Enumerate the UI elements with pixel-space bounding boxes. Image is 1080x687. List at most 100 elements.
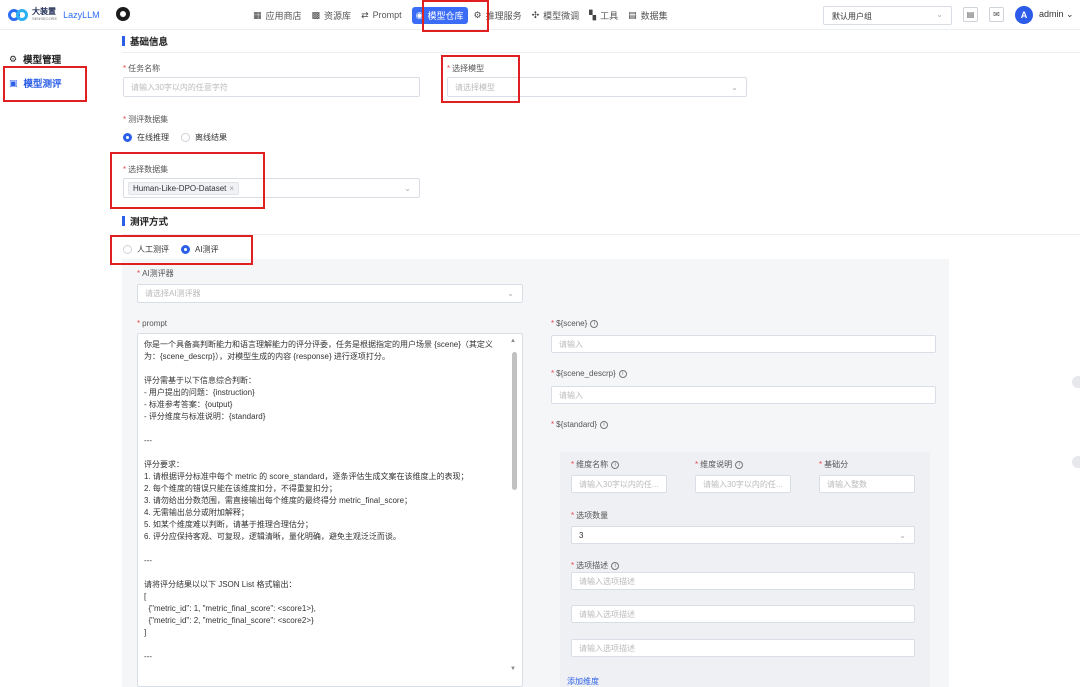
label-text: prompt: [142, 319, 168, 328]
info-icon[interactable]: i: [735, 460, 744, 469]
option-desc-input-2[interactable]: 请输入选项描述: [571, 605, 915, 623]
nav-item-0[interactable]: ▦ 应用商店: [253, 9, 302, 22]
dim-name-input[interactable]: 请输入30字以内的任...: [571, 475, 667, 493]
gear-icon: ⚙: [9, 53, 18, 64]
prompt-scrollbar[interactable]: ▲ ▼: [510, 338, 518, 687]
avatar[interactable]: A: [1015, 6, 1033, 24]
nav-item-label: 工具: [600, 10, 619, 21]
nav-item-label: 模型仓库: [427, 10, 464, 21]
inference-icon: ⚙: [473, 9, 482, 20]
placeholder: 请输入30字以内的任...: [703, 479, 783, 489]
nav-item-5[interactable]: ✣ 模型微调: [532, 9, 580, 22]
radio-ai-eval[interactable]: AI测评: [181, 244, 219, 255]
label-text: ${scene}: [556, 319, 588, 328]
label-text: ${standard}: [556, 420, 598, 429]
scene-descrp-input[interactable]: 请输入: [551, 386, 936, 404]
document-icon[interactable]: ▤: [963, 7, 978, 22]
nav-item-label: 推理服务: [485, 10, 522, 21]
message-icon[interactable]: ✉: [989, 7, 1004, 22]
nav-item-7[interactable]: ▤ 数据集: [628, 9, 668, 22]
store-icon: ▦: [253, 9, 262, 20]
placeholder: 请输入30字以内的任意字符: [131, 82, 228, 92]
info-icon[interactable]: i: [611, 460, 620, 469]
grid-icon: ▩: [311, 9, 321, 20]
nav-item-4[interactable]: ⚙ 推理服务: [474, 9, 522, 22]
scroll-up-icon[interactable]: ▲: [510, 338, 516, 344]
brand-logo[interactable]: 大装置 SENSECORE LazyLLM: [8, 8, 100, 21]
brand-name-cn: 大装置: [32, 7, 56, 16]
option-count-select[interactable]: 3 ⌄: [571, 526, 915, 544]
brand-name-en: LazyLLM: [63, 9, 100, 20]
brand-name-sub: SENSECORE: [32, 16, 58, 21]
top-bar: 大装置 SENSECORE LazyLLM ▦ 应用商店 ▩ 资源库 ⇄ Prompt ◉ 模…: [0, 0, 1080, 30]
dim-name-label: * 维度名称 i: [571, 459, 620, 470]
scroll-thumb[interactable]: [512, 352, 517, 490]
github-icon[interactable]: [116, 7, 130, 21]
radio-label: 离线结果: [195, 133, 227, 142]
eval-data-label: * 测评数据集: [123, 115, 169, 124]
nav-item-3[interactable]: ◉ 模型仓库: [411, 6, 468, 24]
info-icon[interactable]: i: [611, 561, 620, 570]
document-icon: ▣: [9, 77, 18, 88]
section-marker: [122, 216, 125, 226]
label-text: 选项描述: [576, 561, 609, 570]
nav-item-label: 模型微调: [543, 10, 580, 21]
task-name-input[interactable]: 请输入30字以内的任意字符: [123, 77, 420, 97]
placeholder: 请输入整数: [827, 479, 867, 489]
base-score-input[interactable]: 请输入整数: [819, 475, 915, 493]
option-desc-input-3[interactable]: 请输入选项描述: [571, 639, 915, 657]
standard-label: * ${standard} i: [551, 420, 609, 429]
nav-item-6[interactable]: ▚ 工具: [589, 9, 618, 22]
placeholder: 请输入: [559, 339, 583, 349]
model-select[interactable]: 请选择模型 ⌄: [447, 77, 747, 97]
method-radio-group: 人工测评 AI测评: [123, 244, 219, 255]
ai-evaluator-select[interactable]: 请选择AI测评器 ⌄: [137, 284, 523, 303]
dataset-tag: Human-Like-DPO-Dataset ×: [128, 181, 240, 195]
sidebar-item-label: 模型管理: [23, 55, 62, 66]
label-text: 测评数据集: [128, 115, 169, 124]
user-menu[interactable]: admin ⌄: [1039, 9, 1074, 20]
close-icon[interactable]: ×: [229, 184, 234, 193]
chevron-down-icon: ⌄: [507, 289, 514, 298]
collapse-handle-icon[interactable]: [1072, 456, 1080, 468]
logo-mark-icon: [8, 8, 28, 21]
dataset-select[interactable]: Human-Like-DPO-Dataset × ⌄: [123, 178, 420, 198]
prompt-label: * prompt: [137, 319, 168, 328]
finetune-icon: ✣: [531, 9, 540, 20]
user-name: admin: [1039, 9, 1064, 19]
info-icon[interactable]: i: [590, 319, 599, 328]
section-marker: [122, 36, 125, 46]
sidebar-item-label: 模型测评: [23, 79, 62, 90]
option-desc-input-1[interactable]: 请输入选项描述: [571, 572, 915, 590]
option-count-label: * 选项数量: [571, 511, 609, 520]
scroll-down-icon[interactable]: ▼: [510, 666, 516, 672]
eval-data-radio-group: 在线推理 离线结果: [123, 132, 227, 143]
dataset-icon: ▤: [628, 9, 637, 20]
radio-label: AI测评: [195, 245, 219, 254]
nav-item-2[interactable]: ⇄ Prompt: [361, 10, 402, 21]
label-text: 选项数量: [576, 511, 609, 520]
nav-item-label: Prompt: [372, 10, 402, 20]
sidebar-item-model-management[interactable]: ⚙ 模型管理: [9, 52, 62, 67]
user-group-select[interactable]: 默认用户组 ⌄: [823, 6, 952, 25]
dim-desc-input[interactable]: 请输入30字以内的任...: [695, 475, 791, 493]
nav-item-1[interactable]: ▩ 资源库: [312, 9, 352, 22]
scene-input[interactable]: 请输入: [551, 335, 936, 353]
divider: [122, 234, 1080, 235]
radio-online-inference[interactable]: 在线推理: [123, 132, 169, 143]
option-desc-label: * 选项描述 i: [571, 560, 620, 571]
nav-item-label: 数据集: [640, 10, 668, 21]
radio-offline-results[interactable]: 离线结果: [181, 132, 227, 143]
model-repo-icon: ◉: [415, 9, 424, 20]
section-title: 测评方式: [130, 217, 169, 228]
sidebar-item-model-evaluation[interactable]: ▣ 模型测评: [9, 76, 62, 91]
placeholder: 请选择AI测评器: [145, 289, 201, 298]
prompt-textarea[interactable]: 你是一个具备高判断能力和语言理解能力的评分评委，任务是根据指定的用户场景 {sc…: [137, 333, 523, 687]
collapse-handle-icon[interactable]: [1072, 376, 1080, 388]
section-title: 基础信息: [130, 37, 169, 48]
info-icon[interactable]: i: [618, 369, 627, 378]
add-dimension-link[interactable]: 添加维度: [567, 676, 599, 687]
info-icon[interactable]: i: [600, 420, 609, 429]
radio-dot: [181, 245, 190, 254]
radio-manual-eval[interactable]: 人工测评: [123, 244, 169, 255]
